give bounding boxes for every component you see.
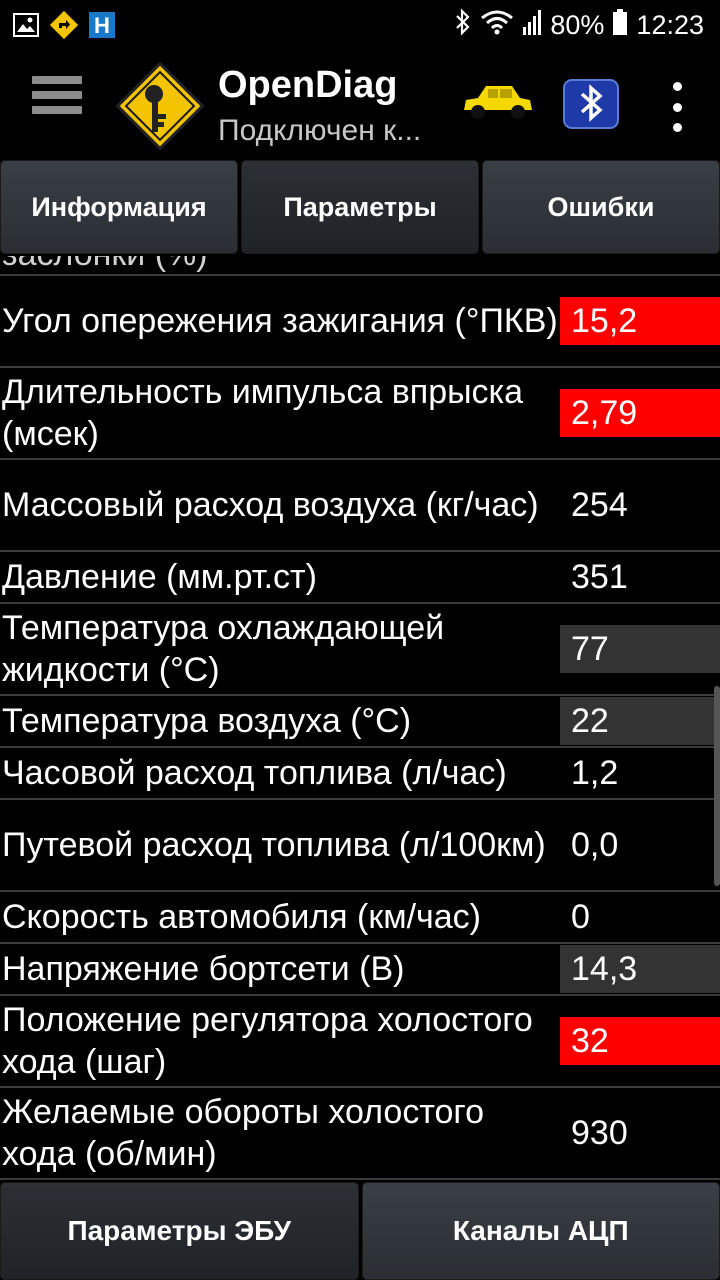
list-item: Путевой расход топлива (л/100км) 0,0 <box>0 800 720 892</box>
param-label: Путевой расход топлива (л/100км) <box>2 826 546 864</box>
opendiag-logo <box>108 54 212 158</box>
list-item: Скорость автомобиля (км/час) 0 <box>0 892 720 944</box>
bottom-tabs: Параметры ЭБУ Каналы АЦП <box>0 1182 720 1280</box>
param-value: 0,0 <box>571 825 619 864</box>
connection-status: Подключен к... <box>218 114 422 147</box>
list-item: Напряжение бортсети (В) 14,3 <box>0 944 720 996</box>
list-item: Желаемые обороты холостого хода (об/мин)… <box>0 1088 720 1180</box>
nav-warning-icon <box>50 11 78 39</box>
param-label: Желаемые обороты холостого хода (об/мин) <box>2 1093 484 1173</box>
hotel-h-icon: H <box>88 11 116 39</box>
app-bar: OpenDiag Подключен к... <box>0 50 720 160</box>
tab-adc-channels[interactable]: Каналы АЦП <box>361 1182 720 1280</box>
wifi-icon <box>480 8 514 43</box>
clock: 12:23 <box>636 9 704 40</box>
list-item: Часовой расход топлива (л/час) 1,2 <box>0 748 720 800</box>
param-value: 77 <box>560 625 720 673</box>
list-item: Температура охлаждающей жидкости (°C) 77 <box>0 604 720 696</box>
param-value: 15,2 <box>560 297 720 345</box>
param-label: Температура воздуха (°C) <box>2 702 412 740</box>
list-item: Температура воздуха (°C) 22 <box>0 696 720 748</box>
list-item: заслонки (%) <box>0 256 720 276</box>
param-value: 14,3 <box>560 945 720 993</box>
param-label: Часовой расход топлива (л/час) <box>2 754 507 792</box>
battery-icon <box>612 8 628 43</box>
param-value: 22 <box>560 697 720 745</box>
param-value: 930 <box>571 1113 628 1152</box>
param-label: Угол опережения зажигания (°ПКВ) <box>2 302 558 340</box>
param-value: 351 <box>571 557 628 596</box>
top-tabs: Информация Параметры Ошибки <box>0 160 720 256</box>
param-value: 2,79 <box>560 389 720 437</box>
signal-icon <box>522 9 542 42</box>
param-label: Положение регулятора холостого хода (шаг… <box>2 1001 533 1081</box>
car-icon[interactable] <box>460 80 534 124</box>
list-item: Длительность импульса впрыска (мсек) 2,7… <box>0 368 720 460</box>
tab-ecu-parameters[interactable]: Параметры ЭБУ <box>0 1182 359 1280</box>
battery-percent: 80% <box>550 9 605 40</box>
param-value: 0 <box>571 897 590 936</box>
param-label: Скорость автомобиля (км/час) <box>2 898 482 936</box>
list-item: Давление (мм.рт.ст) 351 <box>0 552 720 604</box>
bluetooth-icon <box>454 7 472 43</box>
param-label: заслонки (%) <box>0 256 560 274</box>
status-bar: H 80% 12:23 <box>0 0 720 50</box>
list-item: Массовый расход воздуха (кг/час) 254 <box>0 460 720 552</box>
param-value: 1,2 <box>571 753 619 792</box>
scrollbar-thumb[interactable] <box>714 686 720 886</box>
param-value: 254 <box>571 485 628 524</box>
parameter-list[interactable]: заслонки (%) Угол опережения зажигания (… <box>0 256 720 1182</box>
bluetooth-elm-icon[interactable] <box>562 78 620 130</box>
overflow-menu-icon[interactable] <box>666 82 688 132</box>
app-title: OpenDiag <box>218 64 398 106</box>
param-label: Температура охлаждающей жидкости (°C) <box>2 609 445 689</box>
param-label: Давление (мм.рт.ст) <box>2 558 317 596</box>
param-label: Длительность импульса впрыска (мсек) <box>2 373 524 453</box>
hotel-letter: H <box>94 13 110 38</box>
tab-errors[interactable]: Ошибки <box>482 160 720 254</box>
param-value: 32 <box>560 1017 720 1065</box>
param-label: Массовый расход воздуха (кг/час) <box>2 486 539 524</box>
gallery-icon <box>12 11 40 39</box>
list-item: Положение регулятора холостого хода (шаг… <box>0 996 720 1088</box>
param-label: Напряжение бортсети (В) <box>2 950 405 988</box>
tab-parameters[interactable]: Параметры <box>241 160 479 254</box>
list-item: Угол опережения зажигания (°ПКВ) 15,2 <box>0 276 720 368</box>
hamburger-menu-icon[interactable] <box>32 76 82 130</box>
tab-information[interactable]: Информация <box>0 160 238 254</box>
